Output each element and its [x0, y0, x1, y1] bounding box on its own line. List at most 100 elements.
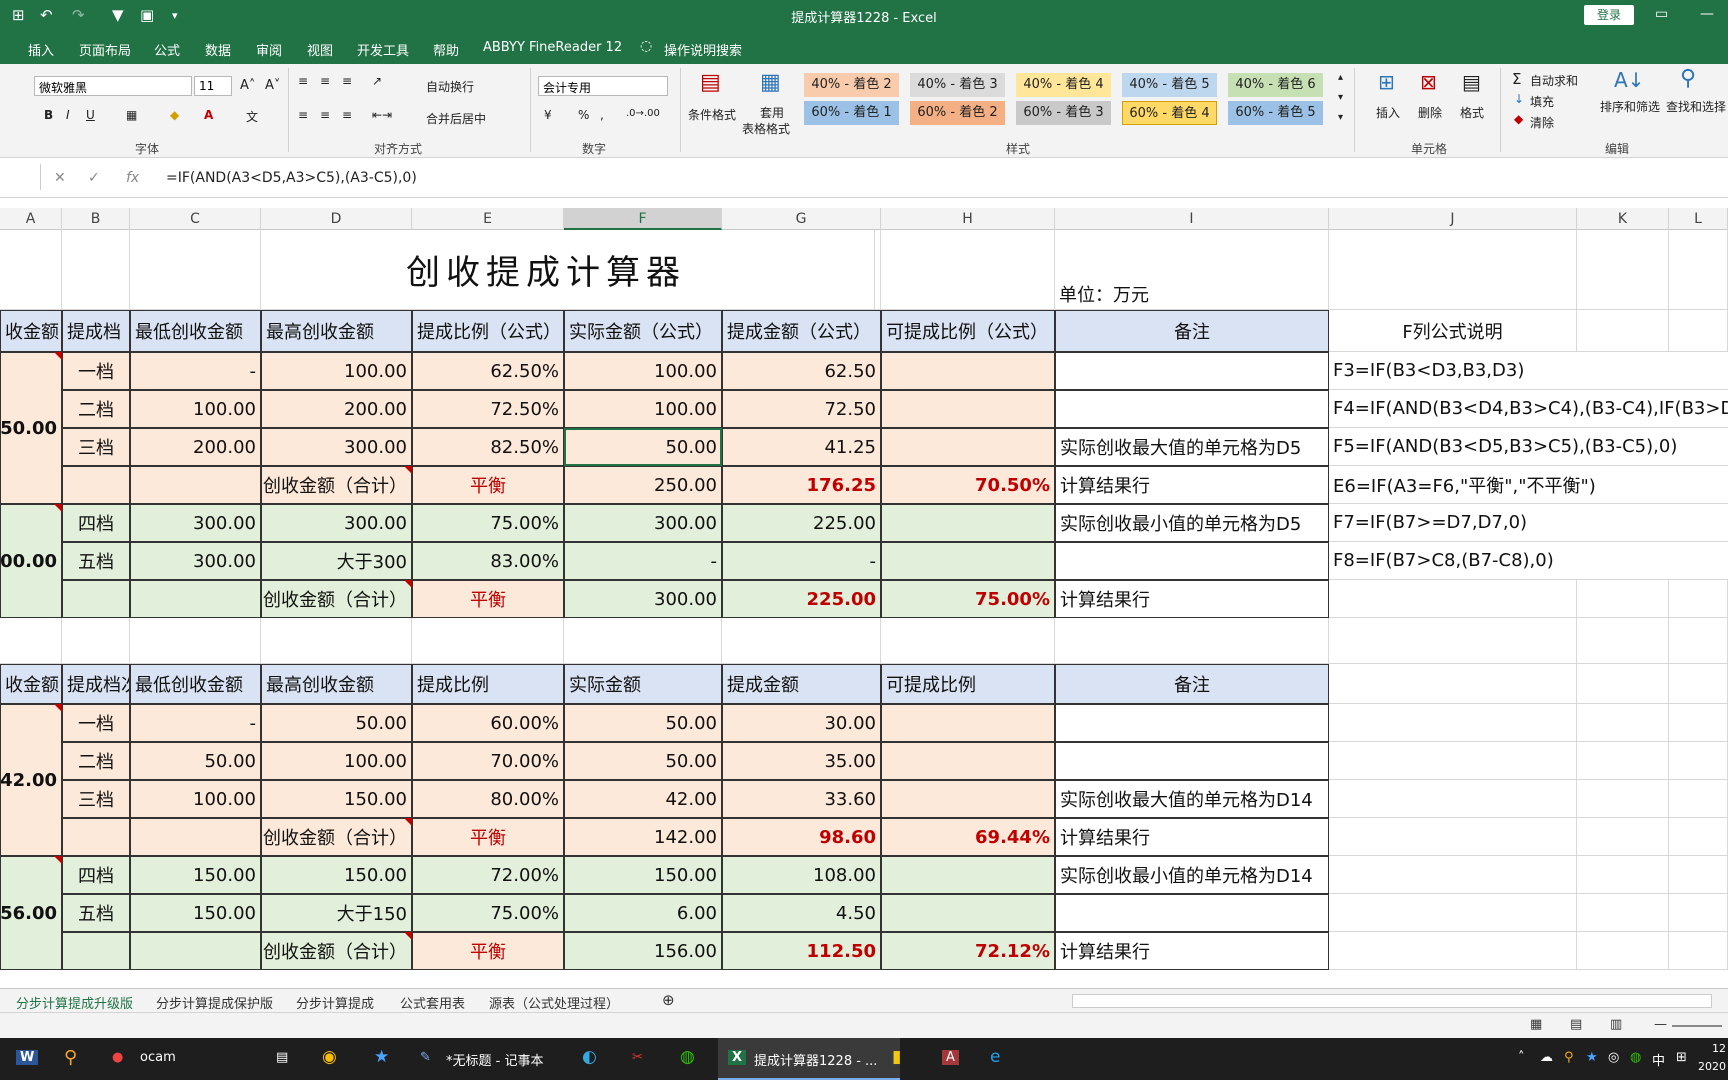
header2-6[interactable]: 提成金额	[722, 664, 881, 704]
grid-cell[interactable]	[1669, 704, 1728, 742]
max-amount-cell[interactable]: 大于150	[261, 894, 412, 932]
find-select-icon[interactable]: ⚲	[1680, 66, 1696, 91]
border-icon[interactable]: ▦	[126, 108, 137, 122]
note-cell[interactable]	[1055, 704, 1329, 742]
tab-abbyy[interactable]: ABBYY FineReader 12	[483, 40, 622, 55]
note-cell[interactable]: 计算结果行	[1055, 466, 1329, 504]
tier-label[interactable]	[62, 466, 130, 504]
number-format-select[interactable]: 会计专用	[538, 76, 668, 96]
grid-cell[interactable]	[1669, 664, 1728, 704]
rate-cell[interactable]: 80.00%	[412, 780, 564, 818]
snip-app-icon[interactable]: ✂	[632, 1050, 643, 1065]
grid-cell[interactable]	[1669, 310, 1728, 352]
actual-amount-cell[interactable]: 300.00	[564, 580, 722, 618]
header-1[interactable]: 提成档	[62, 310, 130, 352]
grid-cell[interactable]	[1329, 818, 1577, 856]
commission-cell[interactable]: 98.60	[722, 818, 881, 856]
notepad-task[interactable]: *无标题 - 记事本	[446, 1050, 543, 1069]
commission-cell[interactable]: 108.00	[722, 856, 881, 894]
unit-label[interactable]: 单位：万元	[1055, 230, 1329, 310]
tier-label[interactable]: 三档	[62, 780, 130, 818]
excel-icon[interactable]: X	[728, 1050, 747, 1065]
style-40-accent6[interactable]: 40% - 着色 6	[1228, 73, 1323, 97]
commission-cell[interactable]: 62.50	[722, 352, 881, 390]
table-format-icon[interactable]: ▦	[760, 70, 781, 95]
format-cells-icon[interactable]: ▤	[1462, 70, 1481, 94]
rate-cell[interactable]: 平衡	[412, 818, 564, 856]
grid-cell[interactable]	[1669, 818, 1728, 856]
tab-developer[interactable]: 开发工具	[357, 40, 409, 59]
header-0[interactable]: 收金额	[0, 310, 62, 352]
actual-amount-cell[interactable]: 6.00	[564, 894, 722, 932]
indent-icon[interactable]: ⇤⇥	[372, 108, 392, 122]
col-header-a[interactable]: A	[0, 208, 62, 230]
ratio-cell[interactable]	[881, 704, 1055, 742]
min-amount-cell[interactable]	[130, 466, 261, 504]
underline-icon[interactable]: U	[86, 108, 95, 122]
bold-icon[interactable]: B	[44, 108, 53, 122]
tier-label[interactable]	[62, 580, 130, 618]
merged-amount-cell[interactable]: 56.00	[0, 856, 62, 970]
cancel-formula-icon[interactable]: ✕	[54, 170, 66, 186]
merge-center-button[interactable]: 合并后居中	[426, 110, 486, 127]
wechat-icon[interactable]: ◍	[680, 1047, 695, 1067]
grid-cell[interactable]	[0, 618, 62, 664]
note-cell[interactable]: 实际创收最大值的单元格为D5	[1055, 428, 1329, 466]
increase-decimal-icon[interactable]: .0→.00	[626, 108, 660, 119]
shrink-font-icon[interactable]: A˅	[265, 78, 280, 93]
header2-7[interactable]: 可提成比例	[881, 664, 1055, 704]
align-right-icon[interactable]: ≡	[342, 108, 352, 122]
rate-cell[interactable]: 72.50%	[412, 390, 564, 428]
min-amount-cell[interactable]: 150.00	[130, 856, 261, 894]
header2-1[interactable]: 提成档次	[62, 664, 130, 704]
header-formula-desc[interactable]: F列公式说明	[1329, 310, 1577, 352]
tier-label[interactable]: 四档	[62, 504, 130, 542]
percent-icon[interactable]: %	[578, 108, 589, 122]
grid-cell[interactable]	[1329, 664, 1577, 704]
grid-cell[interactable]	[722, 618, 881, 664]
grid-cell[interactable]	[881, 618, 1055, 664]
col-header-l[interactable]: L	[1669, 208, 1728, 230]
max-amount-cell[interactable]: 300.00	[261, 504, 412, 542]
italic-icon[interactable]: I	[66, 108, 70, 122]
header-3[interactable]: 最高创收金额	[261, 310, 412, 352]
max-amount-cell[interactable]: 50.00	[261, 704, 412, 742]
ratio-cell[interactable]	[881, 352, 1055, 390]
insert-function-icon[interactable]: fx	[126, 170, 139, 186]
tab-page-layout[interactable]: 页面布局	[79, 40, 131, 59]
tab-view[interactable]: 视图	[307, 40, 333, 59]
header-4[interactable]: 提成比例（公式）	[412, 310, 564, 352]
formula-note[interactable]: F8=IF(B7>C8,(B7-C8),0)	[1329, 542, 1728, 580]
header-8[interactable]: 备注	[1055, 310, 1329, 352]
formula-note[interactable]: F7=IF(B7>=D7,D7,0)	[1329, 504, 1728, 542]
formula-note[interactable]: F4=IF(AND(B3<D4,B3>C4),(B3-C4),IF(B3>D4	[1329, 390, 1728, 428]
commission-cell[interactable]: 112.50	[722, 932, 881, 970]
align-middle-icon[interactable]: ≡	[320, 74, 330, 88]
col-header-b[interactable]: B	[62, 208, 130, 230]
comment-indicator[interactable]	[404, 466, 412, 474]
grid-cell[interactable]	[1329, 580, 1577, 618]
merged-amount-cell[interactable]: 50.00	[0, 352, 62, 504]
actual-amount-cell[interactable]: 42.00	[564, 780, 722, 818]
actual-amount-cell[interactable]: 142.00	[564, 818, 722, 856]
col-header-i[interactable]: I	[1055, 208, 1329, 230]
grid-cell[interactable]	[1577, 742, 1669, 780]
note-cell[interactable]: 实际创收最小值的单元格为D5	[1055, 504, 1329, 542]
rate-cell[interactable]: 平衡	[412, 932, 564, 970]
tier-label[interactable]: 一档	[62, 704, 130, 742]
note-cell[interactable]	[1055, 390, 1329, 428]
rate-cell[interactable]: 70.00%	[412, 742, 564, 780]
tier-label[interactable]	[62, 932, 130, 970]
max-amount-cell[interactable]: 300.00	[261, 428, 412, 466]
header2-5[interactable]: 实际金额	[564, 664, 722, 704]
ratio-cell[interactable]	[881, 542, 1055, 580]
commission-cell[interactable]: 33.60	[722, 780, 881, 818]
sheet-tab-protected[interactable]: 分步计算提成保护版	[156, 993, 273, 1012]
tier-label[interactable]: 二档	[62, 390, 130, 428]
rate-cell[interactable]: 60.00%	[412, 704, 564, 742]
comment-indicator[interactable]	[54, 352, 62, 360]
ime-indicator[interactable]: 中	[1652, 1050, 1665, 1069]
min-amount-cell[interactable]: 150.00	[130, 894, 261, 932]
grid-cell[interactable]	[1329, 932, 1577, 970]
sheet-tab-step[interactable]: 分步计算提成	[296, 993, 374, 1012]
